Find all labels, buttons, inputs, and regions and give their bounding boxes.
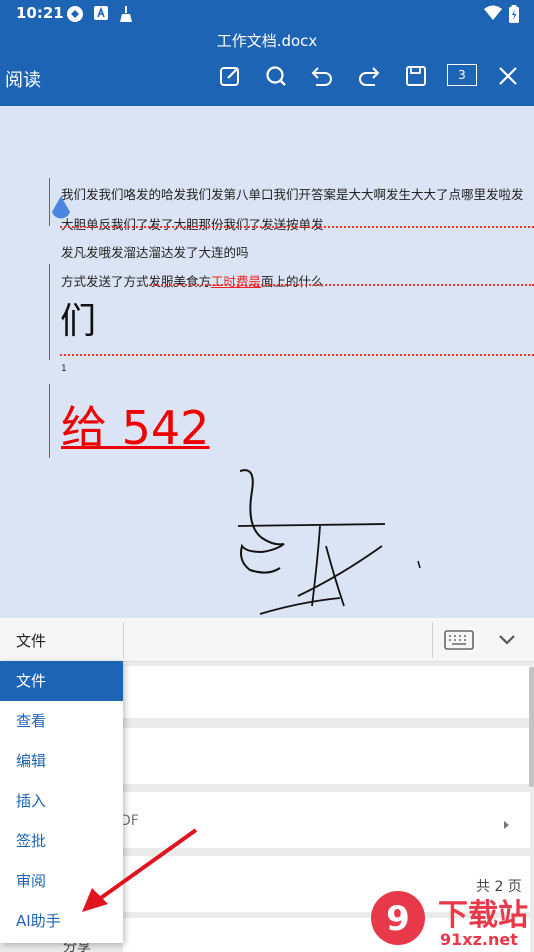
- red-arrow-annotation: [82, 828, 198, 912]
- watermark-site: 91xz.net: [440, 930, 518, 949]
- watermark-brand: 下载站: [438, 898, 528, 933]
- watermark-logo-text: 9: [386, 899, 410, 939]
- watermark-logo: 9: [368, 888, 438, 952]
